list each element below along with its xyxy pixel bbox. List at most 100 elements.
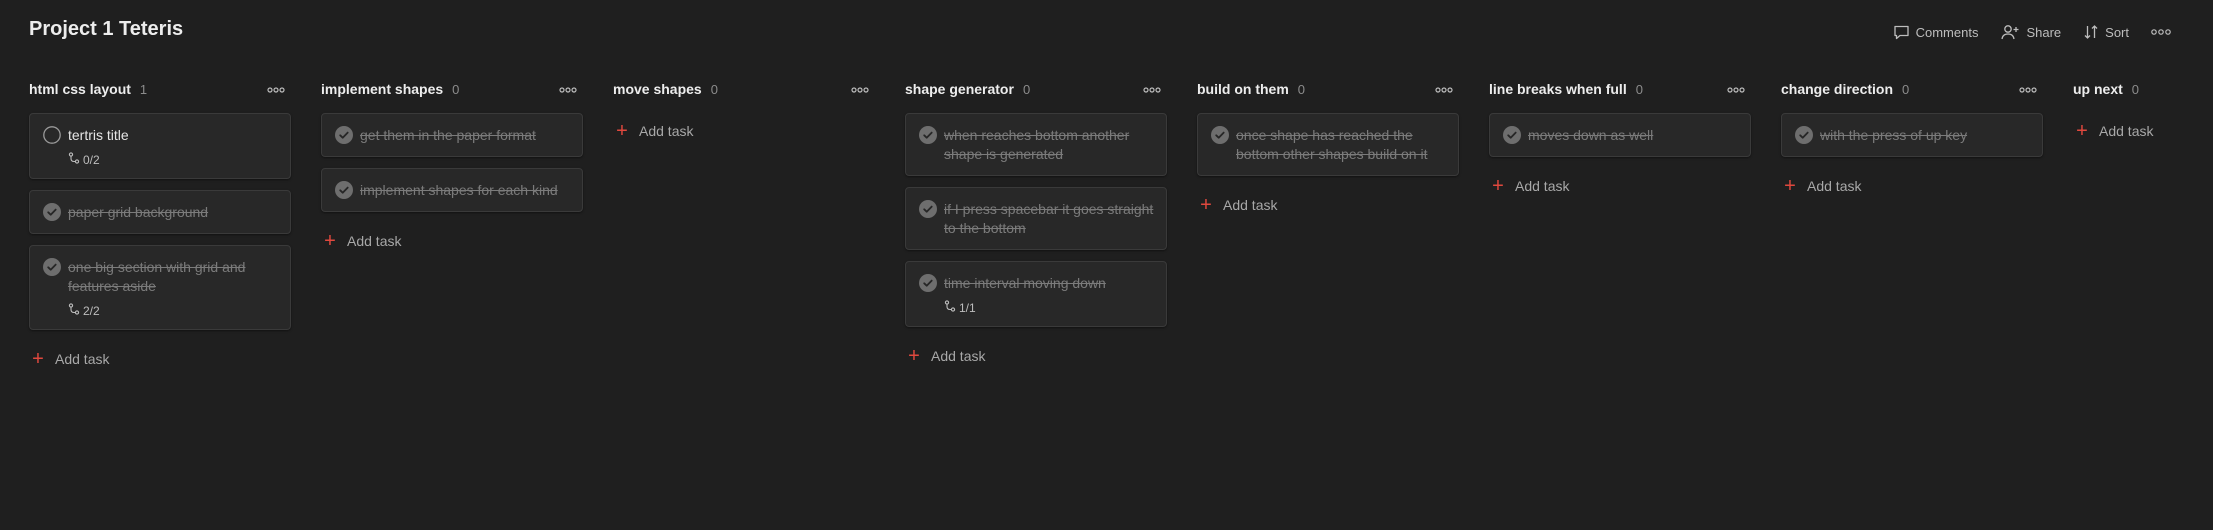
completed-check-icon[interactable] bbox=[1211, 126, 1229, 144]
column-task-count: 0 bbox=[1902, 81, 1910, 97]
subtask-icon bbox=[68, 303, 80, 318]
more-horizontal-icon[interactable] bbox=[1727, 81, 1745, 99]
column-header: html css layout 1 bbox=[29, 77, 291, 101]
completed-check-icon[interactable] bbox=[43, 258, 61, 276]
column-title[interactable]: html css layout bbox=[29, 81, 131, 97]
add-task-button[interactable]: + Add task bbox=[321, 223, 583, 259]
column-title[interactable]: up next bbox=[2073, 81, 2123, 97]
column: implement shapes 0 get them in the paper f… bbox=[321, 77, 583, 259]
column-task-count: 0 bbox=[452, 81, 460, 97]
completed-check-icon[interactable] bbox=[335, 181, 353, 199]
subtask-progress: 0/2 bbox=[68, 152, 278, 167]
more-horizontal-icon bbox=[2151, 28, 2171, 36]
column-task-count: 0 bbox=[1635, 81, 1643, 97]
column: up next 0 + Add task bbox=[2073, 77, 2213, 149]
subtask-progress: 1/1 bbox=[944, 300, 1154, 315]
more-horizontal-icon[interactable] bbox=[1143, 81, 1161, 99]
column-title[interactable]: build on them bbox=[1197, 81, 1289, 97]
share-button[interactable]: Share bbox=[2000, 24, 2061, 40]
task-card[interactable]: if I press spacebar it goes straight to … bbox=[905, 187, 1167, 250]
more-horizontal-icon[interactable] bbox=[2019, 81, 2037, 99]
add-task-label: Add task bbox=[55, 351, 110, 367]
task-title: paper grid background bbox=[68, 204, 209, 220]
add-task-button[interactable]: + Add task bbox=[613, 113, 875, 149]
column-title[interactable]: move shapes bbox=[613, 81, 702, 97]
completed-check-icon[interactable] bbox=[1795, 126, 1813, 144]
column-title[interactable]: shape generator bbox=[905, 81, 1014, 97]
add-task-label: Add task bbox=[2099, 123, 2154, 139]
plus-icon: + bbox=[1492, 175, 1504, 197]
task-checkbox-icon[interactable] bbox=[43, 126, 61, 144]
add-task-button[interactable]: + Add task bbox=[905, 338, 1167, 374]
task-card[interactable]: get them in the paper format bbox=[321, 113, 583, 157]
more-horizontal-icon[interactable] bbox=[851, 81, 869, 99]
task-card[interactable]: one big section with grid and features a… bbox=[29, 245, 291, 330]
task-card[interactable]: once shape has reached the bottom other … bbox=[1197, 113, 1459, 176]
add-task-button[interactable]: + Add task bbox=[1197, 187, 1459, 223]
task-list: moves down as well + Add task bbox=[1489, 113, 1751, 204]
subtask-count: 2/2 bbox=[83, 303, 100, 318]
subtask-count: 0/2 bbox=[83, 152, 100, 167]
page-title: Project 1 Teteris bbox=[29, 18, 184, 40]
add-task-label: Add task bbox=[1807, 178, 1862, 194]
plus-icon: + bbox=[324, 230, 336, 252]
subtask-icon bbox=[68, 152, 80, 167]
completed-check-icon[interactable] bbox=[919, 274, 937, 292]
column-title[interactable]: line breaks when full bbox=[1489, 81, 1627, 97]
plus-icon: + bbox=[2076, 120, 2088, 142]
completed-check-icon[interactable] bbox=[1503, 126, 1521, 144]
task-card[interactable]: when reaches bottom another shape is gen… bbox=[905, 113, 1167, 176]
header: Project 1 Teteris Comments Share Sort bbox=[29, 18, 2213, 58]
add-person-icon bbox=[2000, 24, 2020, 40]
task-title: one big section with grid and features a… bbox=[68, 259, 246, 294]
add-task-label: Add task bbox=[639, 123, 694, 139]
task-title: time interval moving down bbox=[944, 275, 1106, 291]
comments-button[interactable]: Comments bbox=[1893, 24, 1979, 40]
column: html css layout 1 tertris title 0/2 paper gr… bbox=[29, 77, 291, 377]
add-task-button[interactable]: + Add task bbox=[2073, 113, 2213, 149]
add-task-label: Add task bbox=[347, 233, 402, 249]
more-horizontal-icon[interactable] bbox=[1435, 81, 1453, 99]
completed-check-icon[interactable] bbox=[919, 200, 937, 218]
task-title: when reaches bottom another shape is gen… bbox=[944, 127, 1130, 162]
task-title: tertris title bbox=[68, 127, 129, 143]
task-title: if I press spacebar it goes straight to … bbox=[944, 201, 1154, 236]
sort-icon bbox=[2083, 24, 2099, 40]
subtask-progress: 2/2 bbox=[68, 303, 278, 318]
task-list: get them in the paper format implement sh… bbox=[321, 113, 583, 259]
more-horizontal-icon[interactable] bbox=[267, 81, 285, 99]
add-task-button[interactable]: + Add task bbox=[1781, 168, 2043, 204]
plus-icon: + bbox=[1200, 194, 1212, 216]
add-task-button[interactable]: + Add task bbox=[1489, 168, 1751, 204]
add-task-label: Add task bbox=[931, 348, 986, 364]
task-title: once shape has reached the bottom other … bbox=[1236, 127, 1428, 162]
column-task-count: 0 bbox=[2131, 81, 2140, 97]
column-title[interactable]: implement shapes bbox=[321, 81, 443, 97]
task-card[interactable]: time interval moving down 1/1 bbox=[905, 261, 1167, 327]
task-card[interactable]: paper grid background bbox=[29, 190, 291, 234]
column-title[interactable]: change direction bbox=[1781, 81, 1893, 97]
more-options-button[interactable] bbox=[2151, 28, 2171, 36]
plus-icon: + bbox=[1784, 175, 1796, 197]
plus-icon: + bbox=[32, 348, 44, 370]
task-card[interactable]: tertris title 0/2 bbox=[29, 113, 291, 179]
completed-check-icon[interactable] bbox=[919, 126, 937, 144]
column-header: change direction 0 bbox=[1781, 77, 2043, 101]
task-card[interactable]: moves down as well bbox=[1489, 113, 1751, 157]
column-header: move shapes 0 bbox=[613, 77, 875, 101]
task-card[interactable]: implement shapes for each kind bbox=[321, 168, 583, 212]
column: change direction 0 with the press of up ke… bbox=[1781, 77, 2043, 204]
subtask-icon bbox=[944, 300, 956, 315]
task-title: get them in the paper format bbox=[360, 127, 536, 143]
column: move shapes 0 + Add task bbox=[613, 77, 875, 149]
sort-button[interactable]: Sort bbox=[2083, 24, 2129, 40]
task-card[interactable]: with the press of up key bbox=[1781, 113, 2043, 157]
add-task-button[interactable]: + Add task bbox=[29, 341, 291, 377]
task-list: + Add task bbox=[2073, 113, 2213, 149]
task-list: tertris title 0/2 paper grid background one… bbox=[29, 113, 291, 377]
completed-check-icon[interactable] bbox=[335, 126, 353, 144]
more-horizontal-icon[interactable] bbox=[559, 81, 577, 99]
task-list: when reaches bottom another shape is gen… bbox=[905, 113, 1167, 374]
comments-label: Comments bbox=[1915, 24, 1979, 40]
completed-check-icon[interactable] bbox=[43, 203, 61, 221]
